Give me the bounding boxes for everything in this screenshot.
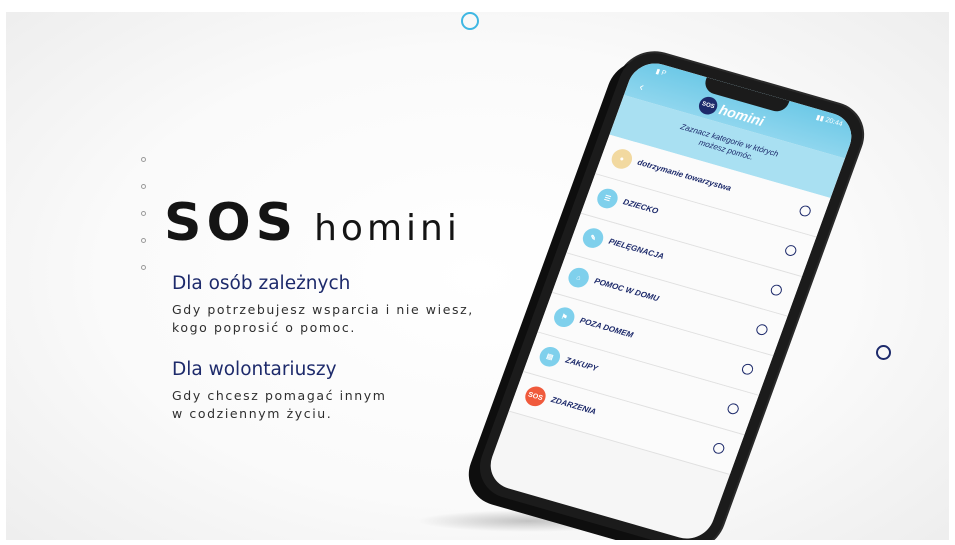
presentation-slide: SOS homini Dla osób zależnych Gdy potrze…: [6, 12, 949, 540]
desc-line: Gdy chcesz pomagać innym: [172, 388, 387, 403]
category-label: PIELĘGNACJA: [607, 236, 666, 261]
deco-ring-top-icon: [461, 12, 479, 30]
company-icon: ●: [608, 146, 635, 172]
category-radio[interactable]: [725, 402, 741, 416]
outside-icon: ⚑: [551, 305, 578, 330]
category-label: DZIECKO: [621, 197, 660, 216]
desc-line: Gdy potrzebujesz wsparcia i nie wiesz,: [172, 302, 474, 317]
deco-dot-icon: [141, 211, 146, 216]
category-radio[interactable]: [754, 322, 770, 337]
category-radio[interactable]: [711, 441, 726, 456]
desc-line: w codziennym życiu.: [172, 406, 333, 421]
category-list: ● dotrzymanie towarzystwa ☰ DZIECKO ✎ PI…: [508, 134, 831, 475]
category-label: ZAKUPY: [564, 355, 599, 374]
status-left: ▮ P: [654, 68, 668, 78]
deco-dot-icon: [141, 157, 146, 162]
logo-sos-text: SOS: [164, 193, 299, 253]
logo-homini-text: homini: [314, 208, 461, 249]
phone-screen: ▮ P ▮▮ 20:44 ‹ SOS homini Zaznacz katego…: [483, 57, 859, 540]
heading-volunteers: Dla wolontariuszy: [172, 359, 337, 380]
care-icon: ✎: [580, 225, 607, 251]
category-radio[interactable]: [740, 362, 755, 376]
category-label: POZA DOMEM: [578, 315, 635, 340]
phone-mockup: ▮ P ▮▮ 20:44 ‹ SOS homini Zaznacz katego…: [470, 45, 872, 540]
heading-dependents: Dla osób zależnych: [172, 273, 351, 294]
sos-events-icon: SOS: [522, 384, 549, 409]
deco-dot-icon: [141, 265, 146, 270]
category-radio[interactable]: [797, 204, 813, 218]
category-radio[interactable]: [783, 243, 798, 258]
deco-ring-right-icon: [876, 345, 891, 360]
category-label: POMOC W DOMU: [593, 276, 661, 304]
deco-dot-icon: [141, 238, 146, 243]
home-help-icon: ⌂: [565, 265, 592, 290]
category-label: ZDARZENIA: [549, 395, 598, 417]
desc-line: kogo poprosić o pomoc.: [172, 320, 356, 335]
child-icon: ☰: [594, 186, 621, 211]
deco-dot-icon: [141, 184, 146, 189]
desc-volunteers: Gdy chcesz pomagać innym w codziennym ży…: [172, 387, 387, 423]
shopping-icon: ▤: [536, 344, 563, 369]
category-radio[interactable]: [769, 283, 784, 297]
desc-dependents: Gdy potrzebujesz wsparcia i nie wiesz, k…: [172, 301, 474, 337]
sos-homini-logo: SOS homini: [164, 193, 461, 253]
